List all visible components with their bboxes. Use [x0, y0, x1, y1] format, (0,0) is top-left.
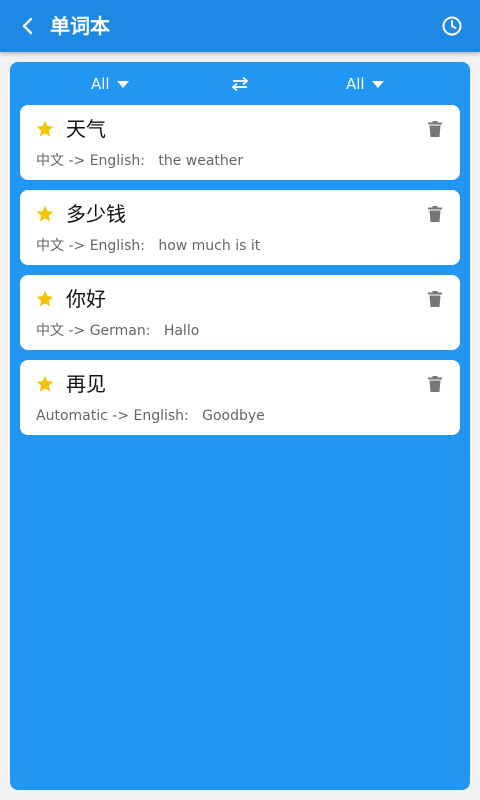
source-language-dropdown[interactable]: All [91, 62, 129, 106]
delete-button[interactable] [426, 290, 444, 308]
word-card[interactable]: 天气 中文 -> English: the weather [20, 105, 460, 180]
source-language-label: All [91, 75, 110, 93]
star-icon[interactable] [35, 374, 55, 394]
dropdown-caret-icon [116, 80, 129, 88]
target-language: English [89, 153, 141, 169]
translation-text: Hallo [163, 323, 200, 339]
star-icon[interactable] [35, 289, 55, 309]
language-filter-bar: All All [10, 62, 470, 106]
delete-button[interactable] [426, 120, 444, 138]
word-card[interactable]: 多少钱 中文 -> English: how much is it [20, 190, 460, 265]
translation-info: 中文 -> German: Hallo [36, 323, 200, 339]
page-title: 单词本 [50, 14, 110, 38]
source-language: Automatic [36, 408, 108, 424]
history-button[interactable] [432, 6, 472, 46]
word-card[interactable]: 你好 中文 -> German: Hallo [20, 275, 460, 350]
translation-info: Automatic -> English: Goodbye [36, 408, 265, 424]
word-text: 你好 [66, 287, 106, 311]
word-text: 天气 [66, 117, 106, 141]
star-icon[interactable] [35, 204, 55, 224]
target-language: English [133, 408, 185, 424]
clock-icon [442, 16, 462, 36]
trash-icon [428, 376, 442, 392]
source-language: 中文 [36, 323, 64, 339]
word-card[interactable]: 再见 Automatic -> English: Goodbye [20, 360, 460, 435]
target-language-label: All [346, 75, 365, 93]
back-arrow-icon [22, 17, 33, 35]
word-text: 再见 [66, 372, 106, 396]
word-text: 多少钱 [66, 202, 126, 226]
target-language: German [89, 323, 146, 339]
app-bar: 单词本 [0, 0, 480, 52]
translation-text: the weather [158, 153, 244, 169]
translation-info: 中文 -> English: how much is it [36, 238, 261, 254]
source-language: 中文 [36, 153, 64, 169]
translation-text: how much is it [158, 238, 261, 254]
trash-icon [428, 121, 442, 137]
trash-icon [428, 206, 442, 222]
wordbook-panel: All All 天气 中文 -> English: the weather 多少… [10, 62, 470, 790]
swap-languages-button[interactable] [228, 72, 252, 96]
source-language: 中文 [36, 238, 64, 254]
swap-arrows-icon [231, 76, 249, 92]
back-button[interactable] [8, 6, 48, 46]
translation-text: Goodbye [202, 408, 265, 424]
star-icon[interactable] [35, 119, 55, 139]
delete-button[interactable] [426, 205, 444, 223]
target-language-dropdown[interactable]: All [346, 62, 384, 106]
target-language: English [89, 238, 141, 254]
translation-info: 中文 -> English: the weather [36, 153, 244, 169]
delete-button[interactable] [426, 375, 444, 393]
trash-icon [428, 291, 442, 307]
dropdown-caret-icon [371, 80, 384, 88]
